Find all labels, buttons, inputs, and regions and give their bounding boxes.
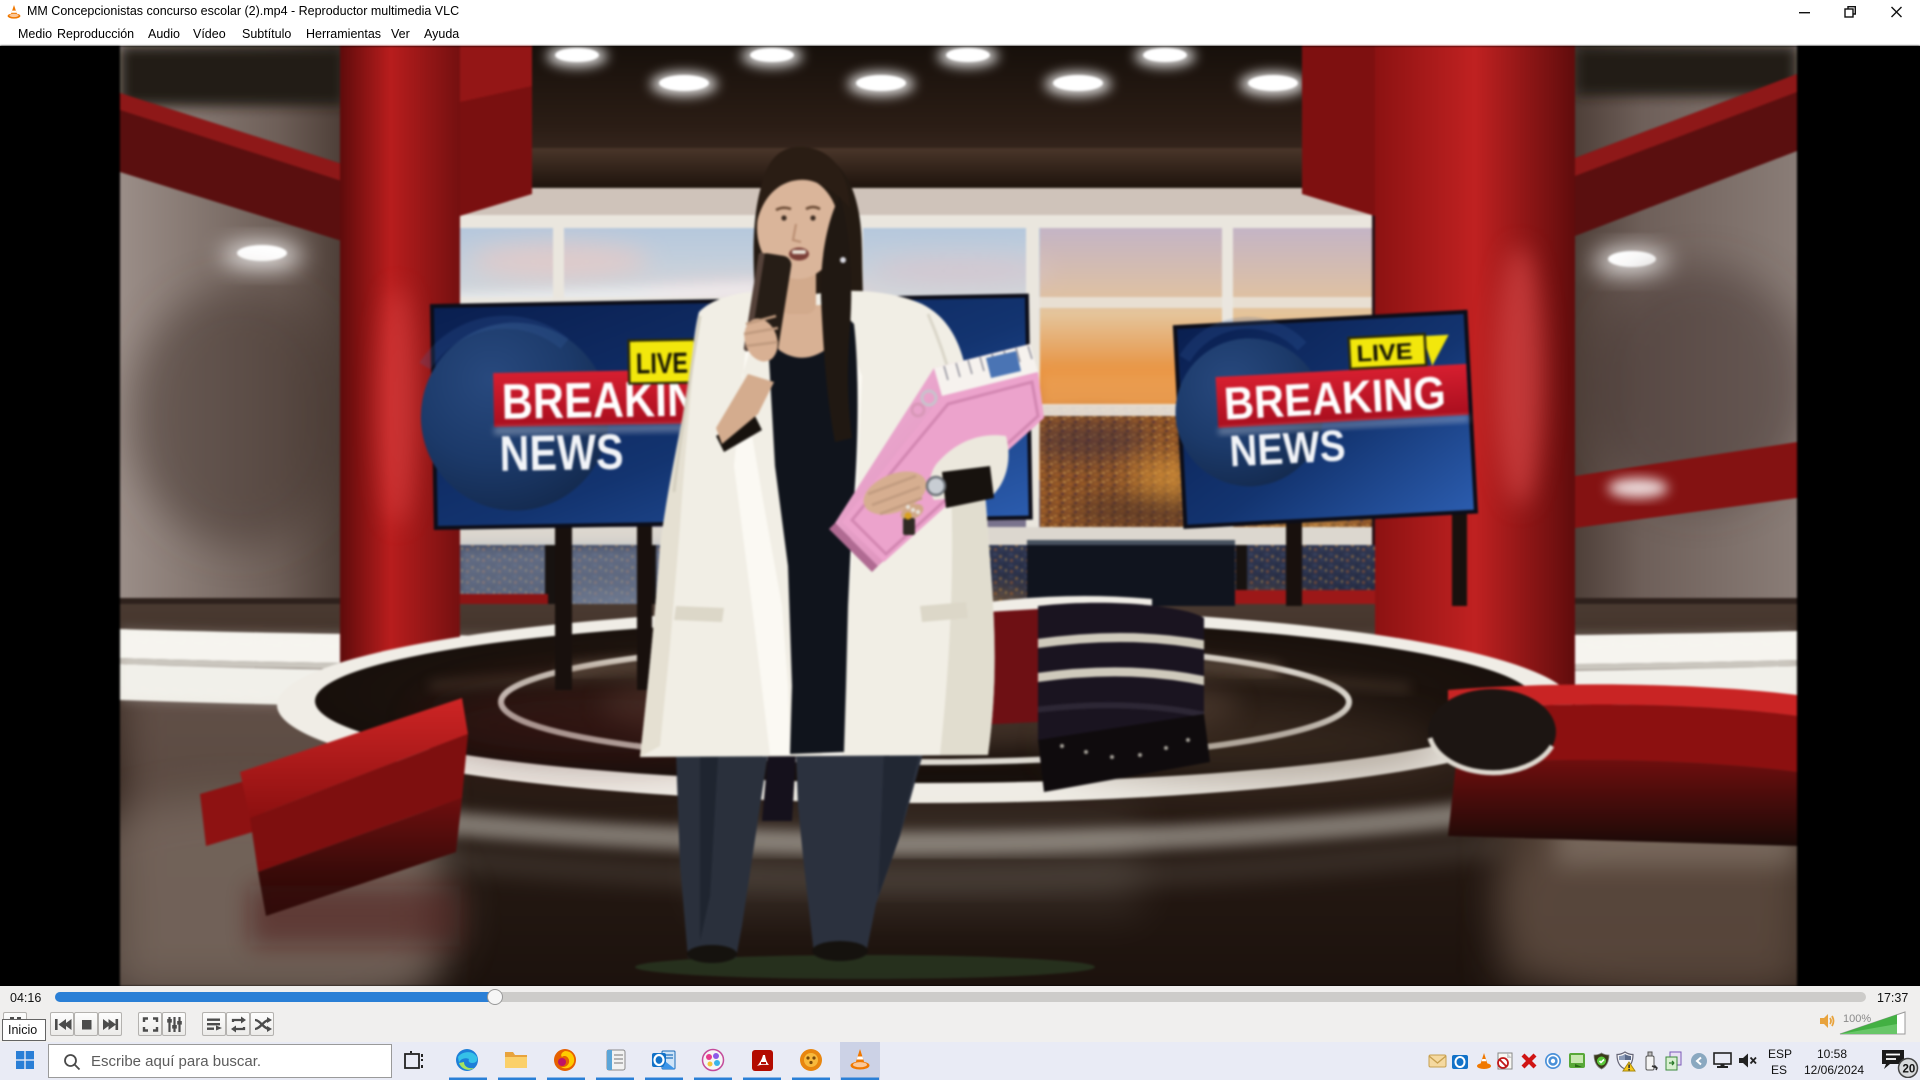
svg-text:LIVE: LIVE bbox=[636, 348, 689, 381]
svg-text:LIVE: LIVE bbox=[1356, 338, 1413, 367]
svg-text:NEWS: NEWS bbox=[499, 424, 624, 482]
svg-text:NEWS: NEWS bbox=[1228, 421, 1346, 476]
svg-text:20: 20 bbox=[1903, 1064, 1916, 1076]
